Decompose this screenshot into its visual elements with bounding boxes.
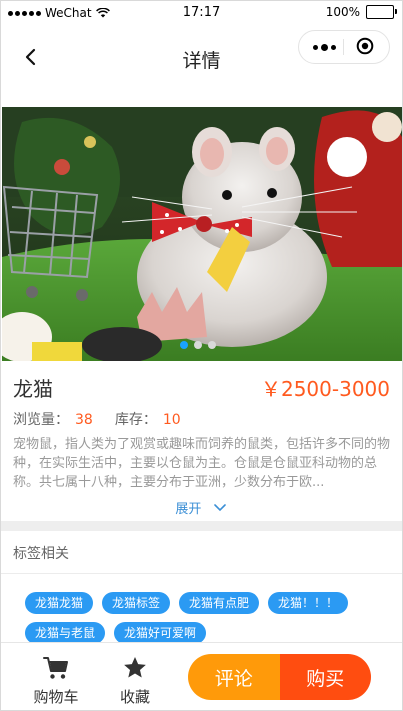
views-count: 38 — [75, 412, 93, 428]
stock-stat: 库存： 10 — [115, 409, 181, 429]
tag-chip[interactable]: 龙猫龙猫 — [25, 592, 94, 614]
cart-label: 购物车 — [33, 688, 79, 706]
battery-status: 100% — [325, 5, 397, 19]
expand-button[interactable]: 展开 — [1, 498, 402, 517]
phone-screen: WeChat 17:17 100% 详情 龙猫 ￥2500-3000 浏览量： … — [0, 0, 403, 711]
more-dots-icon[interactable] — [313, 44, 336, 51]
battery-icon — [366, 5, 397, 19]
target-icon[interactable] — [356, 37, 374, 55]
tag-chip[interactable]: 龙猫有点肥 — [179, 592, 260, 614]
expand-label: 展开 — [175, 502, 202, 517]
action-buttons: 评论 购买 — [188, 654, 371, 700]
views-label: 浏览量： — [13, 412, 69, 428]
navigation-bar: 详情 — [1, 25, 402, 91]
tag-chip[interactable]: 龙猫与老鼠 — [25, 622, 106, 644]
stock-label: 库存： — [114, 412, 157, 428]
product-photo — [2, 107, 402, 361]
carousel-dot-active[interactable] — [180, 341, 188, 349]
chevron-down-icon — [213, 503, 226, 511]
views-stat: 浏览量： 38 — [13, 409, 93, 429]
product-image-carousel[interactable] — [2, 107, 402, 361]
tag-chip[interactable]: 龙猫！！！ — [268, 592, 349, 614]
divider — [1, 573, 402, 574]
product-name: 龙猫 — [13, 377, 53, 401]
carousel-dot[interactable] — [208, 341, 216, 349]
product-stats: 浏览量： 38 库存： 10 — [13, 409, 181, 429]
buy-button[interactable]: 购买 — [279, 654, 371, 700]
tags-section-title: 标签相关 — [13, 546, 69, 562]
favorite-button[interactable]: 收藏 — [105, 655, 165, 707]
mini-program-capsule — [298, 30, 390, 64]
star-icon — [124, 656, 146, 678]
capsule-divider — [343, 39, 344, 55]
battery-percent: 100% — [325, 5, 360, 19]
cart-button[interactable]: 购物车 — [26, 655, 86, 707]
product-description: 宠物鼠，指人类为了观赏或趣味而饲养的鼠类，包括许多不同的物种，在实际生活中，主要… — [13, 437, 391, 490]
comment-button[interactable]: 评论 — [188, 654, 280, 700]
carousel-indicators — [180, 341, 216, 349]
bottom-action-bar: 购物车 收藏 评论 购买 — [1, 642, 402, 710]
tag-chip[interactable]: 龙猫好可爱啊 — [114, 622, 207, 644]
shopping-cart-icon — [43, 657, 68, 679]
tag-chip[interactable]: 龙猫标签 — [102, 592, 171, 614]
carousel-dot[interactable] — [194, 341, 202, 349]
section-gap — [1, 521, 402, 531]
stock-count: 10 — [162, 412, 181, 428]
product-price: ￥2500-3000 — [260, 377, 390, 401]
favorite-label: 收藏 — [119, 688, 150, 706]
tag-list: 龙猫龙猫 龙猫标签 龙猫有点肥 龙猫！！！ 龙猫与老鼠 龙猫好可爱啊 — [25, 592, 385, 644]
status-bar: WeChat 17:17 100% — [1, 1, 402, 25]
